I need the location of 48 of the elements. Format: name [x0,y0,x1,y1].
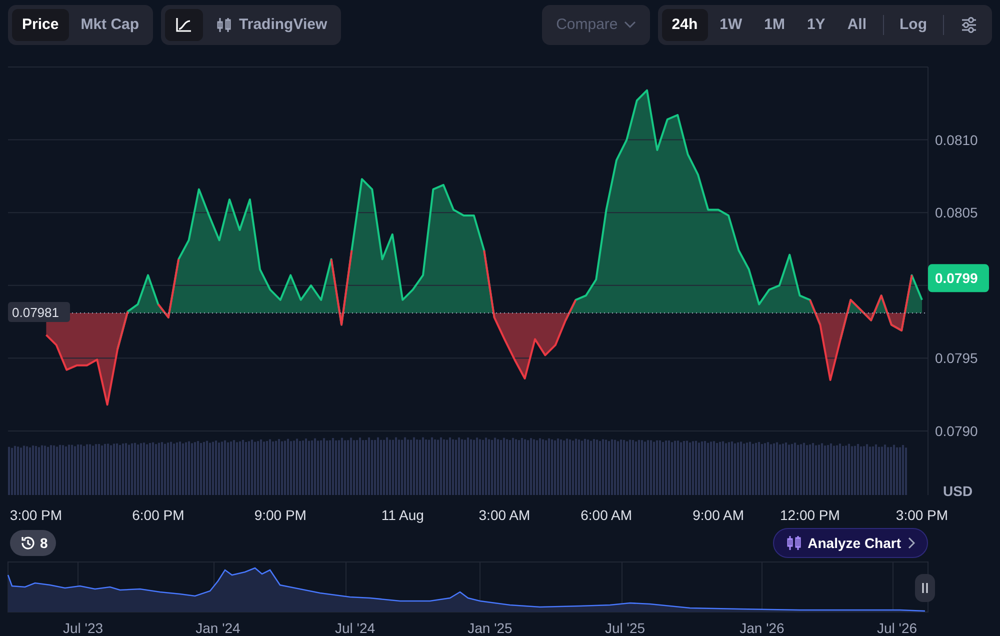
axis-label: 9:00 PM [254,507,306,523]
history-badge[interactable]: 8 [10,530,56,556]
range-handle[interactable] [915,574,935,602]
log-scale-button[interactable]: Log [890,9,937,41]
axis-label: 3:00 AM [478,507,530,523]
loss-fill-drawing [864,313,874,320]
gain-fill-drawing [874,296,888,314]
currency-label: USD [943,483,973,499]
axis-label: Jul '24 [334,620,376,636]
loss-fill-drawing [887,313,905,330]
axis-label: 0.0805 [935,204,978,221]
axis-label: 6:00 PM [132,507,184,523]
axis-label: 0.0790 [935,422,978,439]
axis-label: 3:00 PM [896,507,948,523]
axis-label: Jul '23 [62,620,104,636]
range-tab[interactable]: All [837,9,876,41]
baseline-price-label: 0.07981 [8,302,70,322]
axis-label: 0.0810 [935,132,978,148]
axis-label: 9:00 AM [692,507,744,523]
line-chart-icon [175,17,194,33]
candlestick-icon [786,535,802,551]
axis-label: Jul '25 [604,620,646,636]
range-tab[interactable]: 1W [710,9,752,41]
candlestick-icon [215,17,234,33]
tab[interactable]: Price [12,9,69,41]
range-tab[interactable]: 24h [662,9,708,41]
axis-label: Jan '26 [740,620,784,636]
loss-fill-drawing [165,313,170,318]
ref-line-label: 0.07981 [12,305,59,320]
axis-label: 6:00 AM [580,507,632,523]
line-chart-button[interactable] [165,9,204,41]
axis-label: Jul '26 [876,620,918,636]
axis-label: 0.0795 [935,350,978,366]
tab[interactable]: Mkt Cap [70,9,150,41]
settings-icon [960,17,978,33]
analyze-chart-button[interactable]: Analyze Chart [772,528,928,558]
range-tab[interactable]: 1Y [796,9,836,41]
range-tab[interactable]: 1M [754,9,795,41]
axis-label: Jan '24 [196,620,240,636]
axis-label: 3:00 PM [10,507,62,523]
gain-fill-drawing [847,300,864,314]
chevron-right-icon [907,537,915,549]
history-icon [20,535,36,551]
axis-label: Jan '25 [468,620,512,636]
chevron-down-icon [624,21,636,29]
current-price-label: 0.0799 [928,264,989,292]
axis-label: 11 Aug [381,507,424,523]
axis-label: 12:00 PM [780,507,840,523]
